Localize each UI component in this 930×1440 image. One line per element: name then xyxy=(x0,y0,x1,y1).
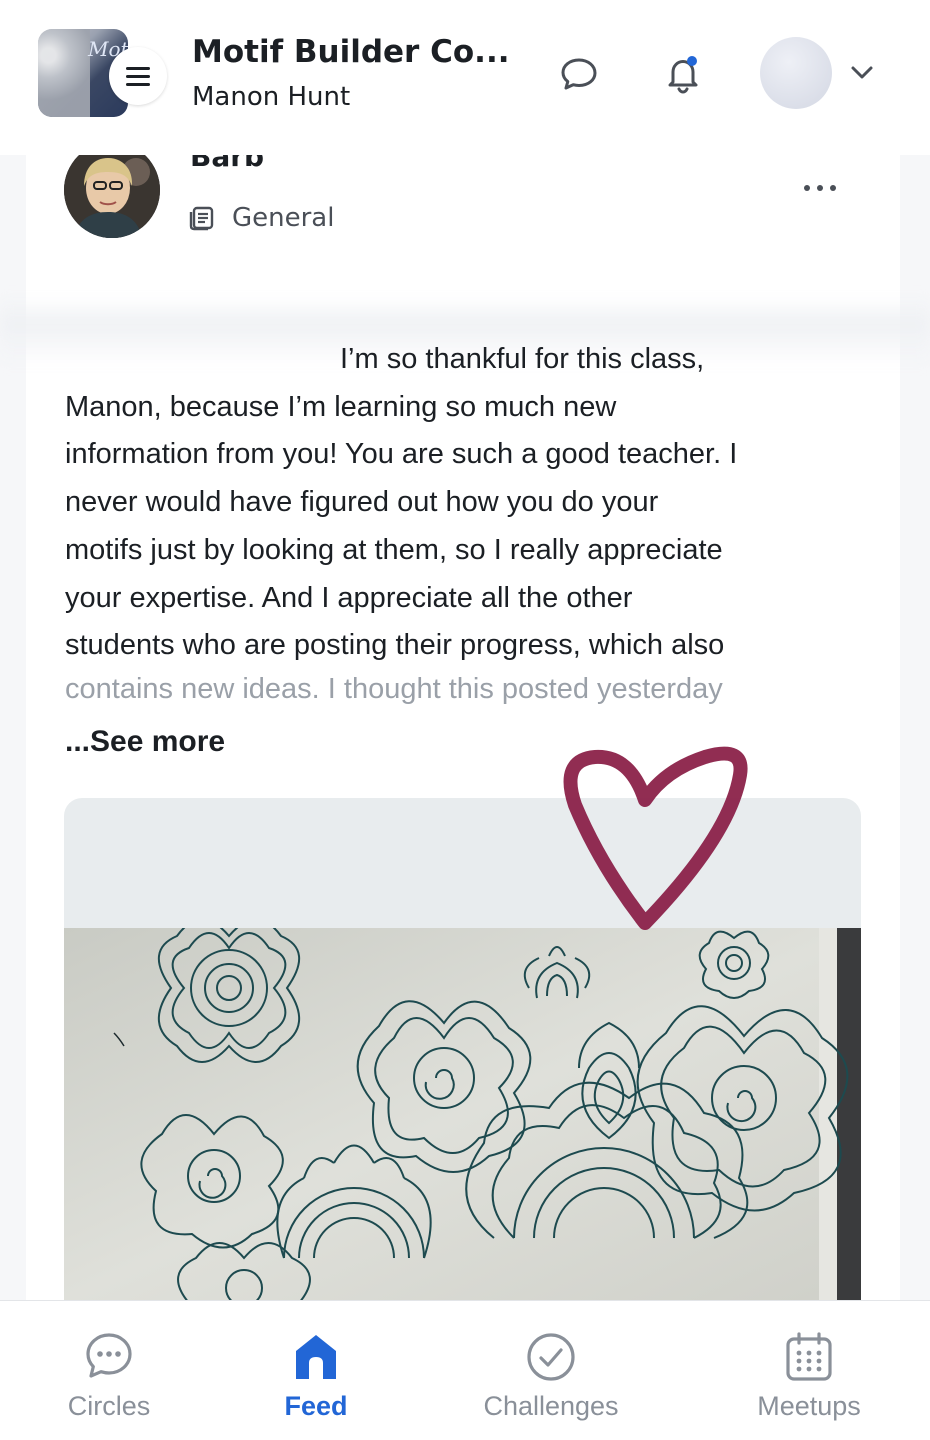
author-avatar[interactable] xyxy=(64,142,160,238)
nav-feed[interactable]: Feed xyxy=(216,1301,416,1440)
nav-meetups-label: Meetups xyxy=(757,1391,861,1421)
check-circle-icon xyxy=(527,1333,575,1381)
chevron-down-icon[interactable] xyxy=(848,60,876,84)
post-body-line: Manon, because I’m learning so much new xyxy=(65,390,617,423)
home-icon xyxy=(296,1335,336,1379)
space-icon xyxy=(189,206,214,231)
menu-icon xyxy=(126,64,150,88)
post-body: I’m so thankful for this class, Manon, b… xyxy=(65,336,865,670)
post-body-line: never would have figured out how you do … xyxy=(65,486,659,519)
post-body-line: your expertise. And I appreciate all the… xyxy=(65,581,633,614)
more-options-icon[interactable] xyxy=(804,178,844,198)
community-title[interactable]: Motif Builder Co... xyxy=(192,34,510,70)
lace-logo-art xyxy=(38,29,90,117)
see-more-link[interactable]: ...See more xyxy=(65,725,225,759)
user-avatar[interactable] xyxy=(760,37,832,109)
chat-icon[interactable] xyxy=(557,52,601,96)
heart-drawing-icon xyxy=(563,746,748,930)
nav-circles-label: Circles xyxy=(67,1391,151,1421)
nav-challenges[interactable]: Challenges xyxy=(451,1301,651,1440)
hamburger-menu-button[interactable] xyxy=(109,47,167,105)
nav-meetups[interactable]: Meetups xyxy=(709,1301,909,1440)
post-body-faded-text: contains new ideas. I thought this poste… xyxy=(65,673,723,704)
quilted-motifs-drawing xyxy=(64,918,861,1300)
post-body-line: motifs just by looking at them, so I rea… xyxy=(65,533,723,566)
quilt-photo xyxy=(64,918,861,1300)
nav-feed-label: Feed xyxy=(284,1391,348,1421)
notification-bell-icon[interactable] xyxy=(661,52,705,96)
post-body-line: students who are posting their progress,… xyxy=(65,629,725,662)
calendar-icon xyxy=(786,1332,832,1381)
post-body-truncated-line: contains new ideas. I thought this poste… xyxy=(65,672,865,704)
bottom-navigation: Circles Feed Challenges Meetups xyxy=(0,1300,930,1440)
post-body-line: information from you! You are such a goo… xyxy=(65,438,738,471)
nav-challenges-label: Challenges xyxy=(483,1391,619,1421)
community-owner: Manon Hunt xyxy=(192,82,351,112)
app-header: Motif Motif Builder Co... Manon Hunt xyxy=(0,0,930,155)
post-space-label[interactable]: General xyxy=(232,203,334,233)
post-body-line: I’m so thankful for this class, xyxy=(340,343,705,375)
author-photo xyxy=(64,142,160,238)
chat-dots-icon xyxy=(86,1333,132,1378)
nav-circles[interactable]: Circles xyxy=(9,1301,209,1440)
